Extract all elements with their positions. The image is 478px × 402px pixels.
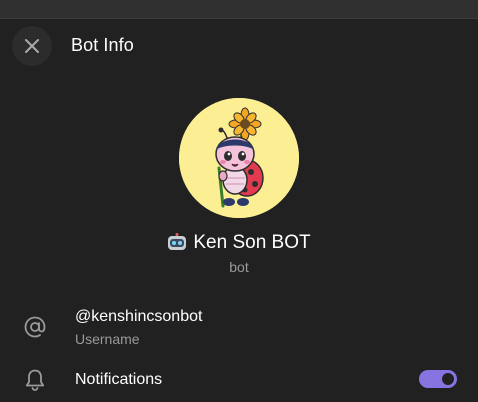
robot-face-icon	[167, 233, 187, 257]
notifications-row[interactable]: Notifications	[0, 360, 478, 400]
notifications-label: Notifications	[75, 371, 163, 388]
header: Bot Info	[0, 19, 478, 73]
page-title: Bot Info	[71, 35, 134, 55]
bell-icon	[22, 367, 48, 393]
close-button[interactable]	[12, 26, 52, 66]
at-sign-icon	[22, 314, 48, 340]
username-label: Username	[75, 331, 140, 347]
toggle-knob	[440, 371, 456, 387]
username-row[interactable]: @kenshincsonbot Username	[0, 300, 478, 354]
top-strip	[0, 0, 478, 18]
avatar[interactable]	[179, 98, 299, 218]
ladybug-avatar-image	[179, 98, 299, 218]
notifications-toggle[interactable]	[419, 370, 457, 388]
close-icon	[25, 39, 39, 53]
bot-name-row: Ken Son BOT	[0, 232, 478, 257]
bot-name: Ken Son BOT	[193, 232, 311, 253]
bot-subtitle: bot	[229, 259, 249, 275]
username-value: @kenshincsonbot	[75, 308, 203, 325]
